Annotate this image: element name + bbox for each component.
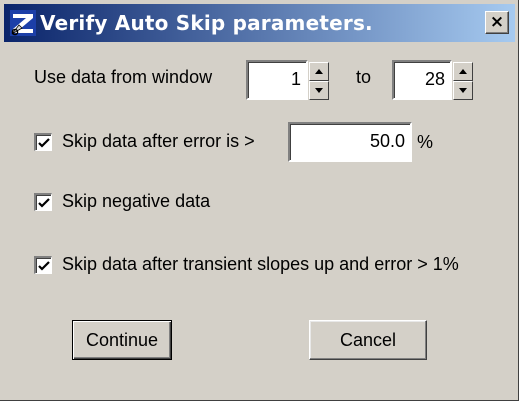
- checkmark-icon: [38, 198, 50, 208]
- to-label: to: [356, 67, 372, 87]
- arrow-up-icon: [315, 69, 323, 74]
- skip-error-label: Skip data after error is >: [62, 131, 255, 151]
- window-from-down-button[interactable]: [309, 81, 329, 100]
- error-threshold-input[interactable]: 50.0: [288, 122, 412, 162]
- percent-unit-label: %: [417, 132, 434, 152]
- skip-error-checkbox[interactable]: [34, 133, 52, 151]
- window-to-spinner: [453, 62, 473, 100]
- window-to-up-button[interactable]: [453, 62, 473, 81]
- verify-auto-skip-dialog: Verify Auto Skip parameters. × Use data …: [0, 0, 519, 401]
- window-from-input[interactable]: 1: [246, 60, 308, 100]
- use-data-label: Use data from window: [34, 67, 213, 87]
- window-to-down-button[interactable]: [453, 81, 473, 100]
- skip-transient-label: Skip data after transient slopes up and …: [62, 254, 459, 274]
- arrow-up-icon: [459, 69, 467, 74]
- window-from-up-button[interactable]: [309, 62, 329, 81]
- close-button[interactable]: ×: [485, 11, 509, 34]
- title-bar[interactable]: Verify Auto Skip parameters. ×: [4, 4, 515, 42]
- continue-button[interactable]: Continue: [72, 320, 172, 360]
- window-to-value: 28: [424, 69, 445, 89]
- window-to-input[interactable]: 28: [392, 60, 452, 100]
- window-from-spinner: [309, 62, 329, 100]
- skip-negative-checkbox[interactable]: [34, 193, 52, 211]
- arrow-down-icon: [459, 88, 467, 93]
- skip-transient-checkbox[interactable]: [34, 256, 52, 274]
- close-icon: ×: [489, 12, 505, 32]
- arrow-down-icon: [315, 88, 323, 93]
- error-threshold-value: 50.0: [369, 131, 405, 151]
- app-logo-icon: [10, 10, 36, 36]
- dialog-title: Verify Auto Skip parameters.: [40, 11, 373, 35]
- skip-negative-label: Skip negative data: [62, 191, 211, 211]
- checkmark-icon: [38, 138, 50, 148]
- window-from-value: 1: [290, 69, 301, 89]
- checkmark-icon: [38, 261, 50, 271]
- cancel-button[interactable]: Cancel: [309, 320, 427, 360]
